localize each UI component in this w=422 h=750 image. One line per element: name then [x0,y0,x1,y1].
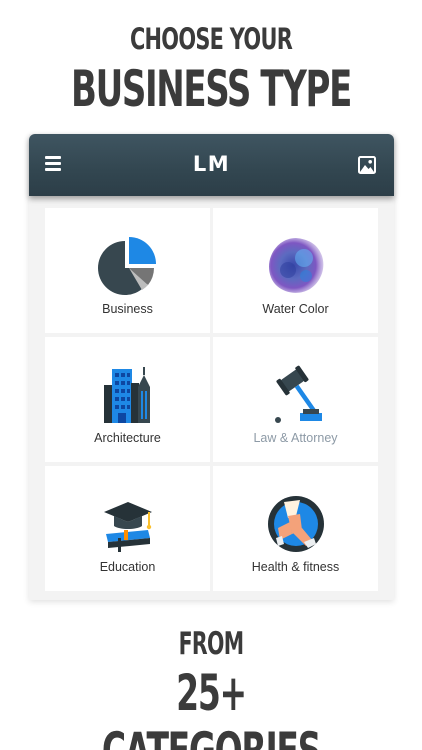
category-label: Architecture [94,431,161,445]
category-tile-water-color[interactable]: Water Color [213,208,378,333]
app-bar: LM [29,134,394,196]
category-label: Water Color [262,302,329,316]
headline-bottom-line1: FROM [178,626,245,662]
pie-chart-icon [97,236,158,296]
category-label: Law & Attorney [253,431,338,445]
buildings-icon [98,365,158,425]
category-tile-architecture[interactable]: Architecture [45,337,210,462]
headline-top-line1: CHOOSE YOUR [129,22,293,56]
gavel-icon [266,365,326,425]
image-icon[interactable] [358,156,376,174]
headline-bottom-line2: 25+ CATEGORIES [102,664,322,750]
category-label: Health & fitness [251,560,340,574]
category-label: Business [102,302,153,316]
app-preview: LM Business Water Color Architecture Law… [29,134,394,600]
graduation-cap-icon [98,494,158,554]
category-tile-law-attorney[interactable]: Law & Attorney [213,337,378,462]
category-tile-health-fitness[interactable]: Health & fitness [213,466,378,591]
app-logo: LM [192,152,231,176]
running-legs-icon [266,494,326,554]
headline-top-line2: BUSINESS TYPE [71,60,352,118]
category-tile-business[interactable]: Business [45,208,210,333]
category-label: Education [99,560,156,574]
category-grid: Business Water Color Architecture Law & … [45,208,378,591]
watercolor-blob-icon [266,236,326,296]
category-tile-education[interactable]: Education [45,466,210,591]
